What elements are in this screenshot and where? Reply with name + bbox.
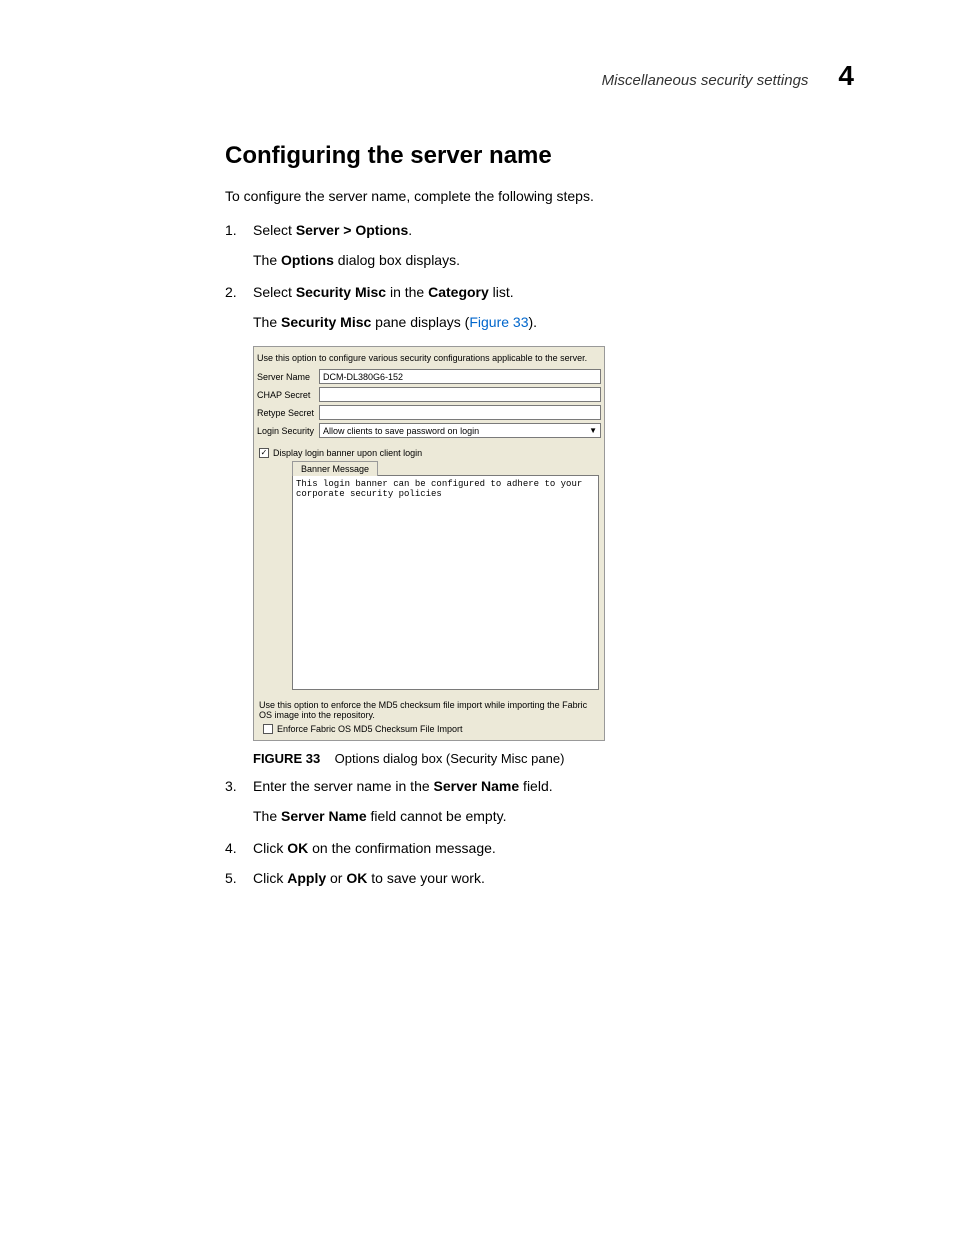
figure-33: Use this option to configure various sec…	[253, 346, 824, 766]
display-banner-label: Display login banner upon client login	[273, 448, 422, 458]
chap-secret-input[interactable]	[319, 387, 601, 402]
step-text: Select	[253, 222, 296, 238]
chap-secret-row: CHAP Secret	[257, 387, 601, 402]
pane-description: Use this option to configure various sec…	[257, 353, 601, 363]
chapter-number: 4	[838, 60, 854, 92]
display-banner-checkbox-row: ✓ Display login banner upon client login	[259, 448, 601, 458]
step-number: 1.	[225, 222, 253, 246]
figure-caption: FIGURE 33 Options dialog box (Security M…	[253, 751, 824, 766]
step-number: 4.	[225, 840, 253, 864]
banner-message-textarea[interactable]: This login banner can be configured to a…	[292, 475, 599, 690]
page-header: Miscellaneous security settings 4	[60, 60, 894, 92]
step-5: 5. Click Apply or OK to save your work.	[225, 870, 824, 894]
retype-secret-row: Retype Secret	[257, 405, 601, 420]
figure-label: FIGURE 33	[253, 751, 320, 766]
md5-checkbox[interactable]	[263, 724, 273, 734]
login-security-label: Login Security	[257, 426, 319, 436]
step-3: 3. Enter the server name in the Server N…	[225, 778, 824, 802]
banner-message-tab[interactable]: Banner Message	[292, 461, 378, 476]
section-title: Miscellaneous security settings	[602, 72, 809, 89]
step-4: 4. Click OK on the confirmation message.	[225, 840, 824, 864]
step-3-result: The Server Name field cannot be empty.	[253, 808, 824, 824]
retype-secret-label: Retype Secret	[257, 408, 319, 418]
server-name-label: Server Name	[257, 372, 319, 382]
chap-secret-label: CHAP Secret	[257, 390, 319, 400]
figure-reference-link[interactable]: Figure 33	[469, 314, 528, 330]
md5-description: Use this option to enforce the MD5 check…	[259, 700, 599, 720]
server-name-row: Server Name	[257, 369, 601, 384]
step-text: .	[408, 222, 412, 238]
step-2-result: The Security Misc pane displays (Figure …	[253, 314, 824, 330]
step-bold: Server > Options	[296, 222, 408, 238]
login-security-value: Allow clients to save password on login	[323, 426, 479, 436]
figure-caption-text: Options dialog box (Security Misc pane)	[335, 751, 565, 766]
retype-secret-input[interactable]	[319, 405, 601, 420]
md5-checkbox-label: Enforce Fabric OS MD5 Checksum File Impo…	[277, 724, 463, 734]
server-name-input[interactable]	[319, 369, 601, 384]
step-number: 3.	[225, 778, 253, 802]
md5-checkbox-row: Enforce Fabric OS MD5 Checksum File Impo…	[263, 724, 601, 734]
login-security-row: Login Security Allow clients to save pas…	[257, 423, 601, 438]
chevron-down-icon: ▼	[589, 426, 597, 435]
step-1-result: The Options dialog box displays.	[253, 252, 824, 268]
intro-text: To configure the server name, complete t…	[225, 188, 824, 204]
step-1: 1. Select Server > Options.	[225, 222, 824, 246]
step-number: 2.	[225, 284, 253, 308]
page-heading: Configuring the server name	[225, 142, 824, 170]
step-2: 2. Select Security Misc in the Category …	[225, 284, 824, 308]
display-banner-checkbox[interactable]: ✓	[259, 448, 269, 458]
login-security-dropdown[interactable]: Allow clients to save password on login …	[319, 423, 601, 438]
step-number: 5.	[225, 870, 253, 894]
security-misc-pane: Use this option to configure various sec…	[253, 346, 605, 741]
